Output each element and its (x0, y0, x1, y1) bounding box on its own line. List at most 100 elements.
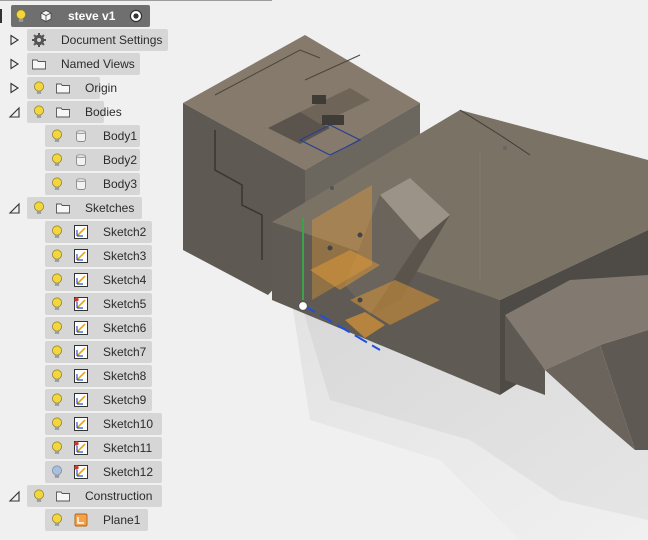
browser-node-pill[interactable]: Sketch4 (45, 269, 152, 291)
browser-node-label: Bodies (85, 105, 122, 119)
expand-arrow-down-icon[interactable] (6, 197, 22, 219)
root-pill[interactable]: steve v1 (11, 5, 150, 27)
browser-node-s10[interactable]: Sketch10 (0, 413, 200, 435)
browser-node-pill[interactable]: Construction (27, 485, 162, 507)
lightbulb-icon[interactable] (49, 392, 65, 408)
browser-node-pill[interactable]: Sketches (27, 197, 142, 219)
lightbulb-icon[interactable] (31, 200, 47, 216)
panel-top-border (0, 0, 272, 1)
lightbulb-icon[interactable] (49, 440, 65, 456)
lightbulb-icon[interactable] (49, 224, 65, 240)
browser-node-label: Sketch4 (103, 273, 147, 287)
browser-node-label: Sketch6 (103, 321, 147, 335)
browser-node-pill[interactable]: Sketch3 (45, 245, 152, 267)
sketch-warn-icon (73, 464, 89, 480)
browser-node-s6[interactable]: Sketch6 (0, 317, 200, 339)
expand-arrow-right-icon[interactable] (6, 53, 22, 75)
sketch-icon (73, 368, 89, 384)
browser-node-label: Named Views (61, 57, 135, 71)
browser-node-pill[interactable]: Sketch11 (45, 437, 162, 459)
browser-node-s12[interactable]: Sketch12 (0, 461, 200, 483)
lightbulb-icon[interactable] (13, 8, 29, 24)
body-icon (73, 128, 89, 144)
lightbulb-icon[interactable] (49, 152, 65, 168)
browser-node-doc[interactable]: Document Settings (0, 29, 200, 51)
folder-icon (55, 488, 71, 504)
browser-node-s5[interactable]: Sketch5 (0, 293, 200, 315)
root-label: steve v1 (68, 9, 116, 23)
browser-root-node[interactable]: steve v1 (0, 5, 160, 27)
browser-node-pill[interactable]: Origin (27, 77, 117, 99)
body-icon (73, 176, 89, 192)
browser-node-label: Sketch8 (103, 369, 147, 383)
browser-node-label: Body1 (103, 129, 138, 143)
browser-node-label: Sketch9 (103, 393, 147, 407)
browser-node-body2[interactable]: Body2 (0, 149, 200, 171)
browser-node-pill[interactable]: Body3 (45, 173, 140, 195)
expand-arrow-down-icon[interactable] (6, 101, 22, 123)
browser-node-pill[interactable]: Sketch8 (45, 365, 152, 387)
body-icon (73, 152, 89, 168)
browser-node-origin[interactable]: Origin (0, 77, 200, 99)
browser-node-s9[interactable]: Sketch9 (0, 389, 200, 411)
folder-icon (55, 80, 71, 96)
expand-arrow-right-icon[interactable] (6, 29, 22, 51)
browser-node-pill[interactable]: Sketch9 (45, 389, 152, 411)
root-edge-mark (0, 9, 2, 23)
browser-node-pill[interactable]: Sketch2 (45, 221, 152, 243)
browser-node-pill[interactable]: Document Settings (27, 29, 168, 51)
browser-node-pill[interactable]: Sketch6 (45, 317, 152, 339)
browser-node-label: Sketches (85, 201, 135, 215)
lightbulb-icon[interactable] (49, 512, 65, 528)
browser-node-s4[interactable]: Sketch4 (0, 269, 200, 291)
lightbulb-icon[interactable] (31, 488, 47, 504)
lightbulb-icon[interactable] (49, 344, 65, 360)
lightbulb-icon[interactable] (49, 368, 65, 384)
browser-node-body3[interactable]: Body3 (0, 173, 200, 195)
browser-node-label: Sketch12 (103, 465, 154, 479)
lightbulb-icon[interactable] (49, 464, 65, 480)
sketch-icon (73, 248, 89, 264)
browser-node-s7[interactable]: Sketch7 (0, 341, 200, 363)
browser-node-s2[interactable]: Sketch2 (0, 221, 200, 243)
browser-node-s11[interactable]: Sketch11 (0, 437, 200, 459)
lightbulb-icon[interactable] (49, 272, 65, 288)
browser-node-label: Sketch5 (103, 297, 147, 311)
browser-node-s8[interactable]: Sketch8 (0, 365, 200, 387)
browser-node-label: Origin (85, 81, 118, 95)
browser-node-pill[interactable]: Body1 (45, 125, 140, 147)
plane-icon (73, 512, 89, 528)
browser-node-label: Sketch7 (103, 345, 147, 359)
browser-node-pill[interactable]: Sketch12 (45, 461, 162, 483)
browser-node-pill[interactable]: Plane1 (45, 509, 148, 531)
expand-arrow-right-icon[interactable] (6, 77, 22, 99)
browser-node-bodies[interactable]: Bodies (0, 101, 200, 123)
lightbulb-icon[interactable] (49, 296, 65, 312)
browser-node-pill[interactable]: Sketch10 (45, 413, 162, 435)
folder-icon (55, 200, 71, 216)
browser-node-s3[interactable]: Sketch3 (0, 245, 200, 267)
sketch-icon (73, 344, 89, 360)
activate-radio-icon[interactable] (128, 8, 144, 24)
folder-icon (31, 56, 47, 72)
browser-node-pill[interactable]: Body2 (45, 149, 140, 171)
browser-node-plane1[interactable]: Plane1 (0, 509, 200, 531)
lightbulb-icon[interactable] (49, 248, 65, 264)
browser-node-pill[interactable]: Named Views (27, 53, 140, 75)
browser-node-views[interactable]: Named Views (0, 53, 200, 75)
lightbulb-icon[interactable] (49, 176, 65, 192)
browser-node-body1[interactable]: Body1 (0, 125, 200, 147)
lightbulb-icon[interactable] (49, 416, 65, 432)
lightbulb-icon[interactable] (31, 80, 47, 96)
browser-node-pill[interactable]: Sketch5 (45, 293, 152, 315)
browser-node-pill[interactable]: Bodies (27, 101, 122, 123)
lightbulb-icon[interactable] (49, 128, 65, 144)
browser-node-label: Sketch11 (103, 441, 153, 455)
lightbulb-icon[interactable] (49, 320, 65, 336)
browser-node-pill[interactable]: Sketch7 (45, 341, 152, 363)
expand-arrow-down-icon[interactable] (6, 485, 22, 507)
lightbulb-icon[interactable] (31, 104, 47, 120)
browser-node-construction[interactable]: Construction (0, 485, 200, 507)
sketch-icon (73, 416, 89, 432)
browser-node-sketches[interactable]: Sketches (0, 197, 200, 219)
